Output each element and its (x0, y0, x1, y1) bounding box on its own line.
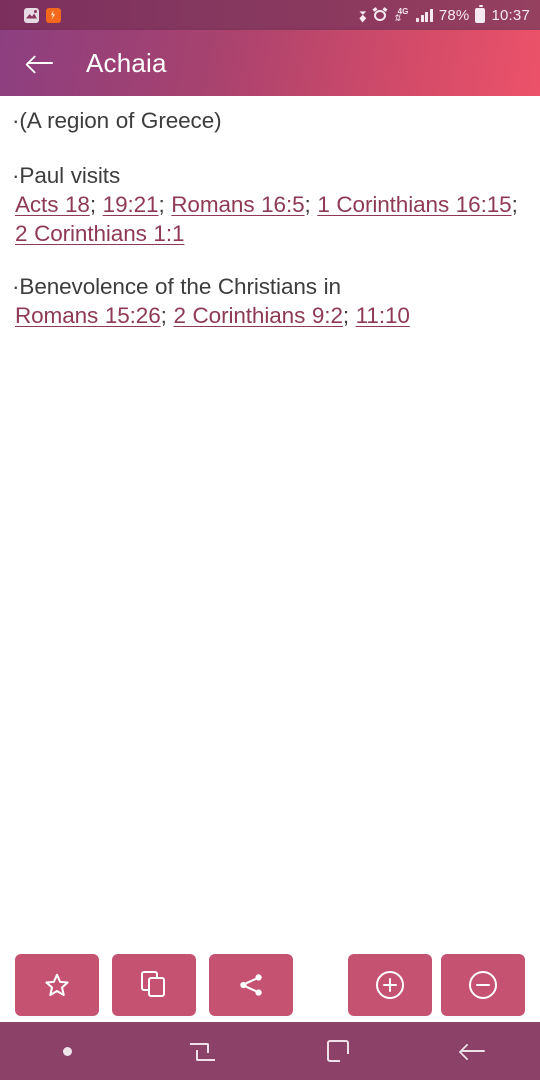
favorite-button[interactable] (15, 954, 99, 1016)
section-paul-visits: ·Paul visits Acts 18; 19:21; Romans 16:5… (12, 161, 528, 248)
status-bar-system: 4G ⇅ 78% 10:37 (358, 5, 530, 24)
page-title: Achaia (86, 47, 167, 78)
section-heading-line: ·(A region of Greece) (12, 106, 528, 135)
gallery-icon (24, 7, 39, 23)
scripture-link[interactable]: Acts 18 (15, 192, 90, 217)
toolbar-group-left (15, 954, 293, 1016)
ref-separator: ; (304, 192, 318, 217)
star-icon (44, 972, 70, 998)
plus-circle-icon (376, 971, 404, 999)
toolbar-group-right (348, 954, 525, 1016)
copy-icon (141, 971, 167, 999)
scripture-link[interactable]: Romans 15:26 (15, 303, 161, 328)
ref-separator: ; (89, 192, 103, 217)
scripture-reference-list: Romans 15:26; 2 Corinthians 9:2; 11:10 (12, 301, 528, 330)
bluetooth-icon (358, 8, 367, 23)
signal-bars-icon (416, 8, 433, 22)
section-heading: Paul visits (19, 163, 121, 188)
nav-home[interactable] (270, 1022, 405, 1080)
recents-icon (189, 1039, 216, 1063)
ref-separator: ; (158, 192, 172, 217)
scripture-link[interactable]: 2 Corinthians 1:1 (15, 221, 185, 246)
clock-time: 10:37 (491, 6, 530, 24)
scripture-link[interactable]: 2 Corinthians 9:2 (173, 303, 343, 328)
section-heading: Benevolence of the Christians in (19, 274, 341, 299)
orange-app-icon (46, 7, 61, 23)
article-content: ·(A region of Greece) ·Paul visits Acts … (0, 96, 540, 948)
share-icon (237, 971, 265, 999)
scripture-link[interactable]: Romans 16:5 (171, 192, 304, 217)
alarm-icon (372, 7, 388, 22)
4g-network-icon: 4G ⇅ (393, 6, 409, 23)
section-heading: (A region of Greece) (19, 108, 222, 133)
copy-button[interactable] (112, 954, 196, 1016)
ref-separator: ; (160, 303, 174, 328)
home-square-icon (326, 1040, 350, 1063)
section-heading-line: ·Paul visits (12, 161, 528, 190)
section-heading-line: ·Benevolence of the Christians in (12, 272, 528, 301)
minus-circle-icon (469, 971, 497, 999)
bottom-toolbar (0, 948, 540, 1022)
back-arrow-icon (460, 1042, 485, 1060)
section-region: ·(A region of Greece) (12, 106, 528, 135)
status-bar: 4G ⇅ 78% 10:37 (0, 0, 540, 30)
scripture-link[interactable]: 1 Corinthians 16:15 (317, 192, 511, 217)
zoom-in-button[interactable] (348, 954, 432, 1016)
back-arrow-icon (27, 54, 53, 72)
battery-full-icon (475, 5, 486, 23)
dot-icon (63, 1046, 72, 1056)
system-nav-bar (0, 1022, 540, 1080)
scripture-link[interactable]: 19:21 (103, 192, 159, 217)
back-button[interactable] (12, 35, 68, 91)
nav-recents[interactable] (135, 1022, 270, 1080)
nav-dot[interactable] (0, 1022, 135, 1080)
nav-back[interactable] (405, 1022, 540, 1080)
battery-percent: 78% (438, 6, 470, 24)
ref-separator: ; (342, 303, 356, 328)
status-bar-notifications (24, 7, 61, 23)
scripture-reference-list: Acts 18; 19:21; Romans 16:5; 1 Corinthia… (12, 190, 528, 248)
share-button[interactable] (209, 954, 293, 1016)
ref-separator: ; (511, 192, 518, 217)
scripture-link[interactable]: 11:10 (356, 303, 410, 328)
zoom-out-button[interactable] (441, 954, 525, 1016)
section-benevolence: ·Benevolence of the Christians in Romans… (12, 272, 528, 330)
app-bar: Achaia (0, 30, 540, 96)
